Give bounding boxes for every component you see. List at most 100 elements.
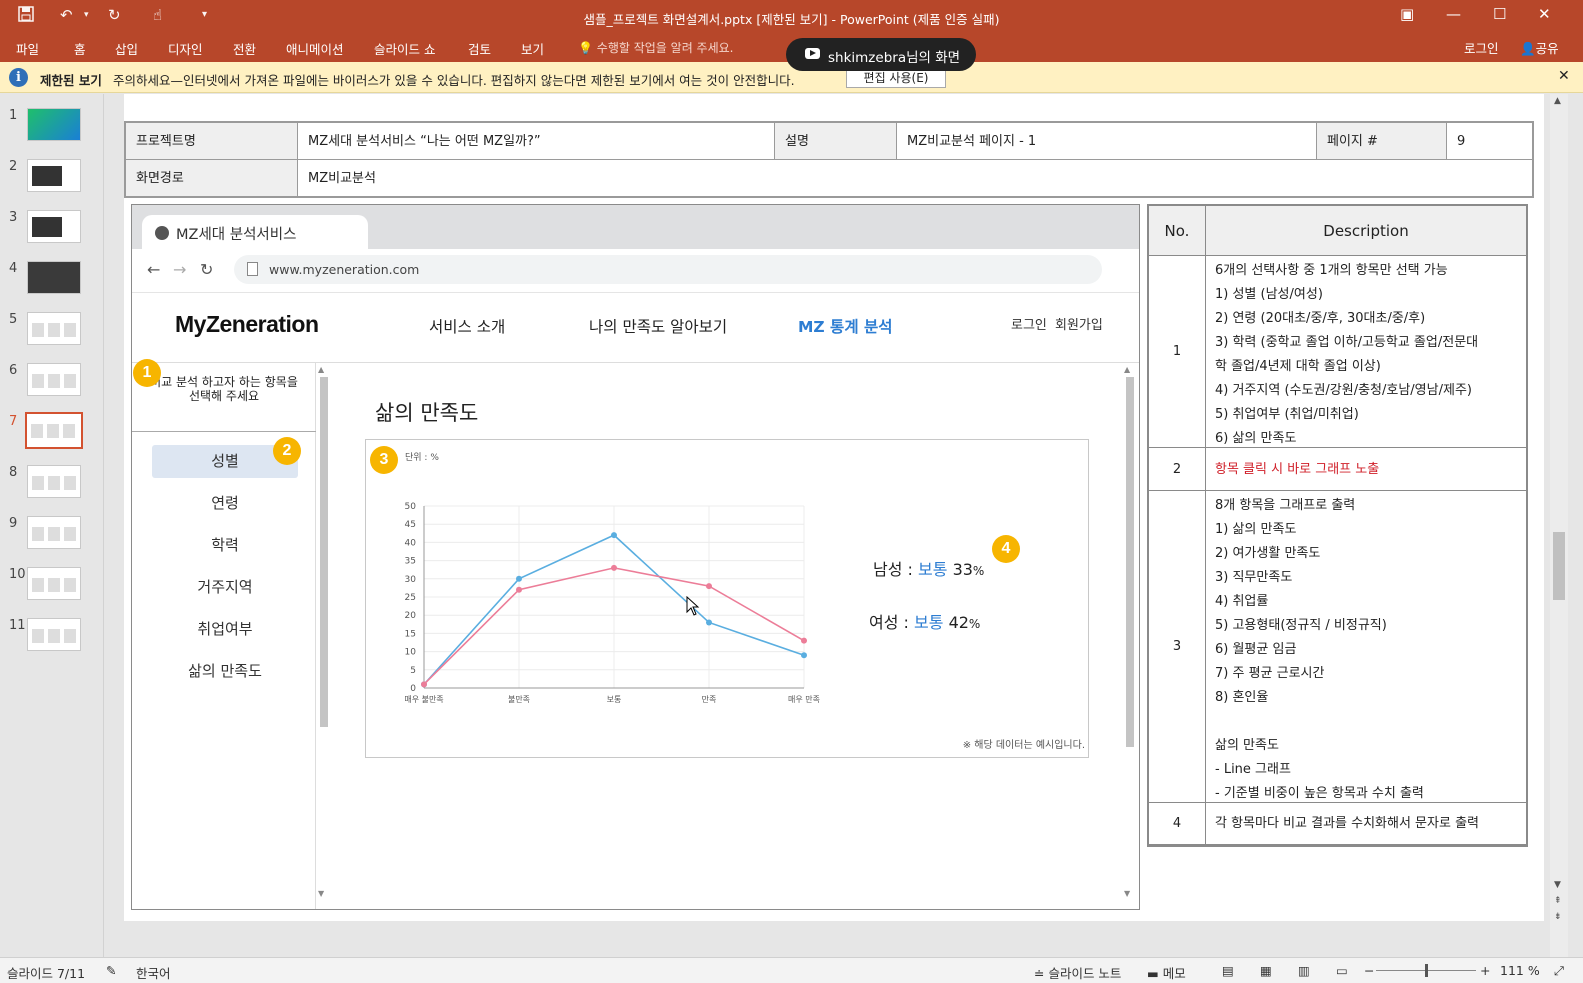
scroll-down-icon[interactable]: ▼ bbox=[1554, 880, 1561, 890]
reading-view-icon[interactable]: ▥ bbox=[1298, 963, 1310, 978]
scroll-down-icon[interactable]: ▼ bbox=[1124, 889, 1130, 898]
zoom-slider-knob[interactable] bbox=[1425, 964, 1428, 977]
slide-thumbnail-image bbox=[25, 412, 83, 449]
category-education[interactable]: 학력 bbox=[152, 529, 298, 562]
category-age[interactable]: 연령 bbox=[152, 487, 298, 520]
close-bar-icon[interactable]: ✕ bbox=[1558, 68, 1570, 84]
slide-thumbnail[interactable]: 2 bbox=[0, 159, 104, 199]
desc-line: 1) 삶의 만족도 bbox=[1215, 522, 1297, 537]
slide-thumbnail-number: 6 bbox=[9, 363, 18, 378]
ribbon-display-icon[interactable]: ▣ bbox=[1400, 5, 1414, 23]
slide-thumbnail[interactable]: 8 bbox=[0, 465, 104, 505]
notes-button[interactable]: ≐ 슬라이드 노트 bbox=[1034, 963, 1121, 982]
result-female-label: 여성 : bbox=[869, 613, 909, 632]
zoom-out-icon[interactable]: − bbox=[1364, 963, 1374, 978]
enable-editing-button[interactable]: 편집 사용(E) bbox=[846, 68, 946, 88]
scroll-up-icon[interactable]: ▲ bbox=[1554, 96, 1561, 106]
language-label[interactable]: 한국어 bbox=[136, 963, 171, 982]
normal-view-icon[interactable]: ▤ bbox=[1222, 963, 1234, 978]
result-female-value: 보통 bbox=[914, 613, 944, 632]
login-link[interactable]: 로그인 bbox=[1464, 38, 1499, 57]
description-table: No. Description 1 6개의 선택사항 중 1개의 항목만 선택 가… bbox=[1147, 204, 1528, 847]
slide-thumbnail-number: 1 bbox=[9, 108, 18, 123]
comments-button[interactable]: ▬ 메모 bbox=[1147, 963, 1186, 982]
slide-thumbnail[interactable]: 9 bbox=[0, 516, 104, 556]
badge-1: 1 bbox=[133, 359, 161, 387]
slide-sorter-icon[interactable]: ▦ bbox=[1260, 963, 1272, 978]
nav-mz-stats[interactable]: MZ 통계 분석 bbox=[798, 315, 893, 337]
slide-thumbnail[interactable]: 5 bbox=[0, 312, 104, 352]
next-slide-icon[interactable]: ⇟ bbox=[1554, 912, 1562, 922]
zoom-level[interactable]: 111 % bbox=[1500, 963, 1540, 978]
prompt-divider bbox=[132, 431, 316, 432]
slide: 프로젝트명 MZ세대 분석서비스 “나는 어떤 MZ일까?” 설명 MZ비교분석… bbox=[124, 94, 1544, 921]
project-label: 프로젝트명 bbox=[126, 123, 298, 160]
browser-tab[interactable]: MZ세대 분석서비스 bbox=[142, 215, 368, 249]
result-male: 남성 : 보통 33% bbox=[873, 556, 984, 580]
slide-thumbnail[interactable]: 6 bbox=[0, 363, 104, 403]
fit-to-window-icon[interactable]: ⤢ bbox=[1554, 963, 1564, 979]
tab-design[interactable]: 디자인 bbox=[168, 39, 203, 58]
minimize-icon[interactable]: — bbox=[1446, 5, 1461, 23]
mock-signup-link[interactable]: 회원가입 bbox=[1055, 314, 1103, 333]
maximize-icon[interactable]: ☐ bbox=[1493, 5, 1506, 23]
screen-share-badge: shkimzebra님의 화면 bbox=[786, 38, 976, 71]
mock-login-link[interactable]: 로그인 bbox=[1011, 314, 1047, 333]
tab-home[interactable]: 홈 bbox=[74, 39, 86, 58]
desc-row-text: 각 항목마다 비교 결과를 수치화해서 문자로 출력 bbox=[1206, 803, 1526, 845]
nav-service-intro[interactable]: 서비스 소개 bbox=[429, 315, 505, 337]
slide-thumbnail[interactable]: 10 bbox=[0, 567, 104, 607]
left-scrollbar-thumb[interactable] bbox=[320, 377, 328, 727]
line-chart: 0 5 10 15 20 25 30 35 40 45 50 매우 불만족 불만족 보통 만족 매우 만족 bbox=[404, 502, 820, 704]
close-icon[interactable]: ✕ bbox=[1538, 5, 1551, 23]
screen-share-text: shkimzebra님의 화면 bbox=[828, 50, 961, 66]
nav-my-satisfaction[interactable]: 나의 만족도 알아보기 bbox=[589, 315, 727, 337]
desc-row-no: 2 bbox=[1149, 448, 1206, 491]
slide-thumbnail[interactable]: 1 bbox=[0, 108, 104, 148]
y-tick-label: 35 bbox=[405, 557, 416, 567]
desc-row-text: 항목 클릭 시 바로 그래프 노출 bbox=[1206, 448, 1526, 491]
tell-me-input[interactable]: 💡 수행할 작업을 알려 주세요. bbox=[578, 39, 733, 56]
editor-scrollbar-thumb[interactable] bbox=[1553, 532, 1565, 600]
tab-slideshow[interactable]: 슬라이드 쇼 bbox=[374, 39, 435, 58]
tab-review[interactable]: 검토 bbox=[468, 39, 491, 58]
scroll-down-icon[interactable]: ▼ bbox=[318, 889, 324, 898]
prev-slide-icon[interactable]: ⇞ bbox=[1554, 896, 1562, 906]
left-scrollbar[interactable]: ▲ ▼ bbox=[318, 365, 330, 899]
slide-thumbnail[interactable]: 3 bbox=[0, 210, 104, 250]
slide-thumbnail[interactable]: 4 bbox=[0, 261, 104, 301]
spellcheck-icon[interactable]: ✎ bbox=[106, 963, 116, 978]
x-tick-label: 매우 만족 bbox=[788, 695, 820, 704]
address-url: www.myzeneration.com bbox=[269, 262, 420, 277]
reload-icon[interactable]: ↻ bbox=[200, 260, 213, 279]
site-logo[interactable]: MyZeneration bbox=[175, 311, 319, 338]
path-label: 화면경로 bbox=[126, 160, 298, 196]
slideshow-icon[interactable]: ▭ bbox=[1336, 963, 1348, 978]
address-bar[interactable]: www.myzeneration.com bbox=[234, 255, 1102, 284]
protected-view-message: 주의하세요—인터넷에서 가져온 파일에는 바이러스가 있을 수 있습니다. 편집… bbox=[113, 73, 795, 88]
tab-animations[interactable]: 애니메이션 bbox=[286, 39, 344, 58]
tab-transitions[interactable]: 전환 bbox=[233, 39, 256, 58]
share-button[interactable]: 👤공유 bbox=[1520, 38, 1559, 57]
zoom-in-icon[interactable]: + bbox=[1480, 963, 1490, 978]
tab-view[interactable]: 보기 bbox=[521, 39, 544, 58]
tab-file[interactable]: 파일 bbox=[16, 39, 39, 58]
forward-icon[interactable]: → bbox=[173, 260, 186, 279]
slide-thumbnail[interactable]: 11 bbox=[0, 618, 104, 658]
status-bar: 슬라이드 7/11 ✎ 한국어 ≐ 슬라이드 노트 ▬ 메모 ▤ ▦ ▥ ▭ −… bbox=[0, 957, 1583, 983]
back-icon[interactable]: ← bbox=[147, 260, 160, 279]
scroll-up-icon[interactable]: ▲ bbox=[318, 365, 324, 374]
scroll-up-icon[interactable]: ▲ bbox=[1124, 365, 1130, 374]
category-life-satisfaction[interactable]: 삶의 만족도 bbox=[152, 655, 298, 688]
x-tick-label: 보통 bbox=[607, 695, 622, 704]
right-scrollbar-thumb[interactable] bbox=[1126, 377, 1134, 747]
editor-scrollbar[interactable]: ▲ ▼ ⇞ ⇟ bbox=[1550, 94, 1568, 957]
category-region[interactable]: 거주지역 bbox=[152, 571, 298, 604]
right-scrollbar[interactable]: ▲ ▼ bbox=[1124, 365, 1136, 899]
category-employment[interactable]: 취업여부 bbox=[152, 613, 298, 646]
prompt-line-2: 선택해 주세요 bbox=[188, 389, 260, 403]
tab-insert[interactable]: 삽입 bbox=[115, 39, 138, 58]
desc-line: 2) 연령 (20대초/중/후, 30대초/중/후) bbox=[1215, 311, 1426, 326]
slide-thumbnail[interactable]: 7 bbox=[0, 412, 104, 454]
lightbulb-icon: 💡 bbox=[578, 41, 593, 55]
